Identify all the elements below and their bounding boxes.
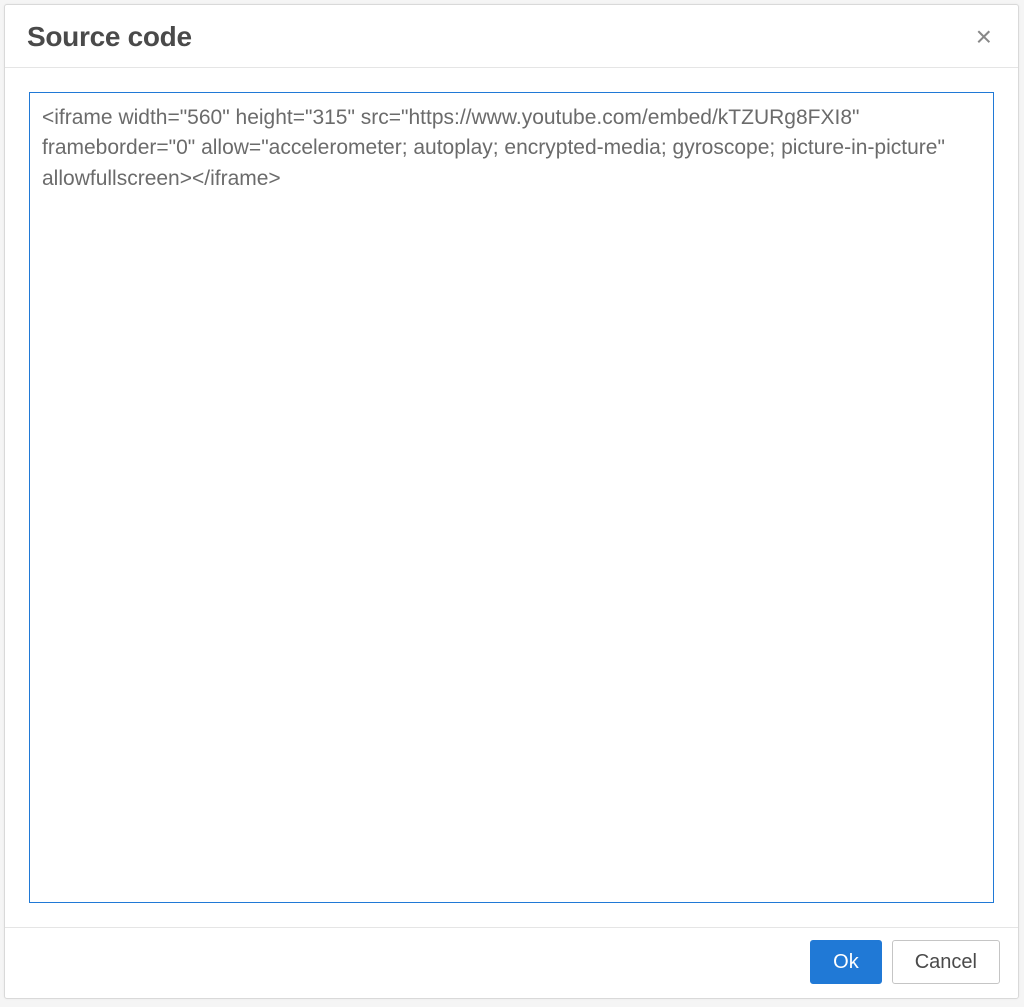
close-icon[interactable]: × <box>972 21 996 53</box>
source-code-dialog: Source code × Ok Cancel <box>4 4 1019 999</box>
cancel-button[interactable]: Cancel <box>892 940 1000 984</box>
ok-button[interactable]: Ok <box>810 940 882 984</box>
dialog-footer: Ok Cancel <box>5 927 1018 998</box>
dialog-title: Source code <box>27 21 192 53</box>
dialog-body <box>5 68 1018 927</box>
source-code-textarea[interactable] <box>29 92 994 903</box>
dialog-header: Source code × <box>5 5 1018 68</box>
